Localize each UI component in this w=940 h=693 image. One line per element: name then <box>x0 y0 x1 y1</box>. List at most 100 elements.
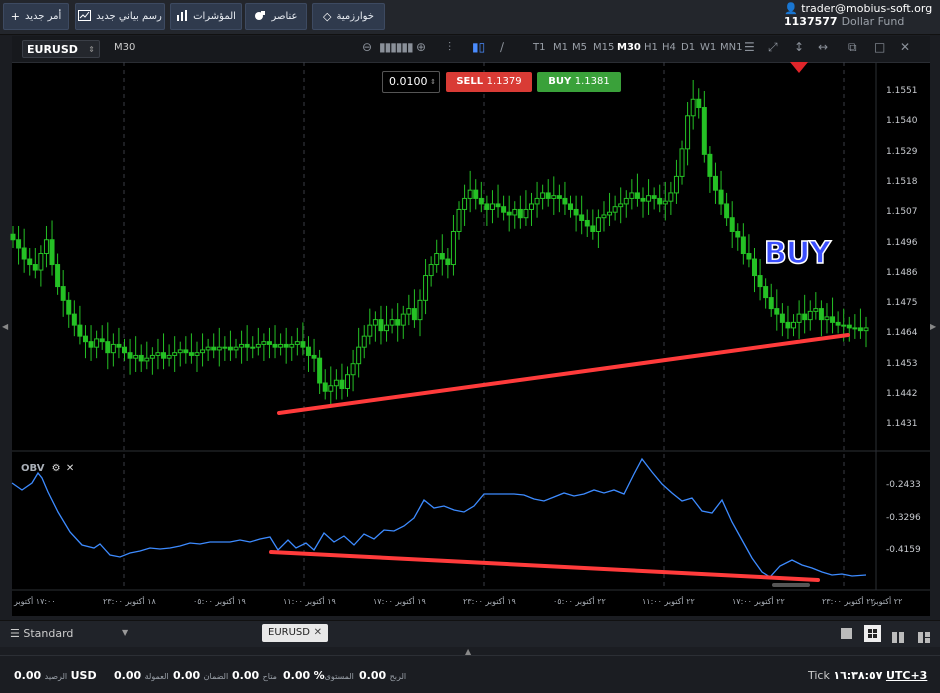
bearish-candle <box>718 189 724 205</box>
bearish-candle <box>138 354 144 362</box>
price-tick-label: 1.1540 <box>886 116 918 127</box>
bearish-candle <box>10 233 16 241</box>
sell-label: SELL <box>456 76 484 87</box>
time-tick-label: ١٩ أكتوبر ١١:٠٠ <box>283 597 336 606</box>
bearish-candle <box>584 219 590 227</box>
bullish-candle <box>791 321 797 329</box>
bearish-candle <box>712 175 718 191</box>
time-tick-label: ١٨ أكتوبر ٢٣:٠٠ <box>103 597 156 606</box>
bullish-candle <box>662 200 668 205</box>
bullish-candle <box>428 264 434 277</box>
bearish-candle <box>846 324 852 329</box>
bearish-candle <box>802 313 808 321</box>
lot-size-input[interactable]: 0.0100 ⇕ <box>382 71 440 93</box>
bullish-candle <box>618 203 624 208</box>
bearish-candle <box>757 275 763 288</box>
bullish-candle <box>172 352 178 356</box>
bearish-candle <box>339 379 345 389</box>
bullish-candle <box>389 319 395 326</box>
time-tick-label: ١٩ أكتوبر ٠٥:٠٠ <box>193 597 246 606</box>
bullish-candle <box>261 341 267 345</box>
time-tick-label: ٢٢ أكتوبر ١١:٠٠ <box>642 597 695 606</box>
bearish-candle <box>640 197 646 202</box>
price-tick-label: 1.1431 <box>886 419 918 430</box>
layout-grid-icon[interactable] <box>864 625 881 642</box>
bearish-candle <box>735 230 741 238</box>
bearish-candle <box>779 313 785 323</box>
bullish-candle <box>629 192 635 199</box>
time-tick-label: ٢٢ أكتوبر ٠٥:٠٠ <box>553 597 606 606</box>
buy-annotation: BUY <box>763 235 831 272</box>
bullish-candle <box>623 197 629 205</box>
bearish-candle <box>105 341 111 354</box>
bearish-candle <box>579 214 585 221</box>
tab-eurusd[interactable]: EURUSD ✕ <box>262 624 328 642</box>
bullish-candle <box>523 208 529 219</box>
horizontal-scrollbar <box>772 583 810 587</box>
bearish-candle <box>763 286 769 299</box>
layout-single-icon[interactable] <box>841 628 852 639</box>
bullish-candle <box>796 313 802 323</box>
margin-level-value: 0.00 <box>283 669 311 682</box>
layout-select[interactable]: ☰ Standard ▼ <box>10 627 128 640</box>
free-margin-label: متاح <box>262 672 277 681</box>
chevron-down-icon: ▼ <box>122 628 129 637</box>
bearish-candle <box>556 195 562 199</box>
bearish-candle <box>127 352 133 359</box>
indicator-close-icon[interactable]: ✕ <box>66 463 74 474</box>
bullish-candle <box>345 374 351 389</box>
stepper-icon: ⇕ <box>430 78 436 86</box>
bullish-candle <box>233 346 239 351</box>
bullish-candle <box>551 195 557 199</box>
bearish-candle <box>495 203 501 208</box>
price-tick-label: 1.1453 <box>886 358 918 369</box>
price-tick-label: 1.1442 <box>886 389 918 399</box>
bearish-candle <box>751 258 757 277</box>
price-chart-canvas[interactable] <box>0 0 940 692</box>
bullish-candle <box>450 230 456 266</box>
indicator-settings-icon[interactable]: ⚙ <box>52 463 61 474</box>
bearish-candle <box>707 153 713 177</box>
bearish-candle <box>16 239 22 249</box>
bullish-candle <box>333 379 339 387</box>
time-tick-label: ٢٢ أكتوبر <box>872 597 903 606</box>
bearish-candle <box>82 335 88 343</box>
bearish-candle <box>411 308 417 321</box>
bearish-candle <box>573 208 579 216</box>
bullish-candle <box>607 211 613 216</box>
bearish-candle <box>724 203 730 219</box>
bullish-candle <box>328 385 334 392</box>
timezone-select[interactable]: UTC+3 <box>886 669 927 682</box>
bearish-candle <box>439 253 445 260</box>
margin-label: الضمان <box>203 672 229 681</box>
bullish-candle <box>216 346 222 351</box>
bullish-candle <box>361 335 367 348</box>
buy-button[interactable]: BUY 1.1381 <box>537 72 621 92</box>
bearish-candle <box>66 299 72 315</box>
bullish-candle <box>239 343 245 348</box>
price-tick-label: 1.1529 <box>886 146 918 157</box>
bearish-candle <box>161 352 167 359</box>
bullish-candle <box>841 324 847 327</box>
buy-price: 1.1381 <box>574 76 610 87</box>
close-tab-icon[interactable]: ✕ <box>314 624 322 642</box>
bearish-candle <box>835 321 841 326</box>
layout-split-icon[interactable] <box>918 628 930 643</box>
bullish-candle <box>863 327 869 332</box>
bullish-candle <box>540 192 546 199</box>
bullish-candle <box>250 346 256 349</box>
bearish-candle <box>188 352 194 356</box>
bullish-candle <box>43 239 49 255</box>
bullish-candle <box>149 354 155 359</box>
bullish-candle <box>133 354 139 359</box>
bearish-candle <box>27 258 33 266</box>
layout-columns-icon[interactable] <box>892 628 904 643</box>
bearish-candle <box>116 343 122 348</box>
sell-button[interactable]: SELL 1.1379 <box>446 72 532 92</box>
bullish-candle <box>372 319 378 326</box>
bullish-candle <box>467 189 473 199</box>
bullish-candle <box>94 338 100 348</box>
bearish-candle <box>545 192 551 199</box>
profit-label: الربح <box>389 672 407 681</box>
bearish-candle <box>300 341 306 348</box>
